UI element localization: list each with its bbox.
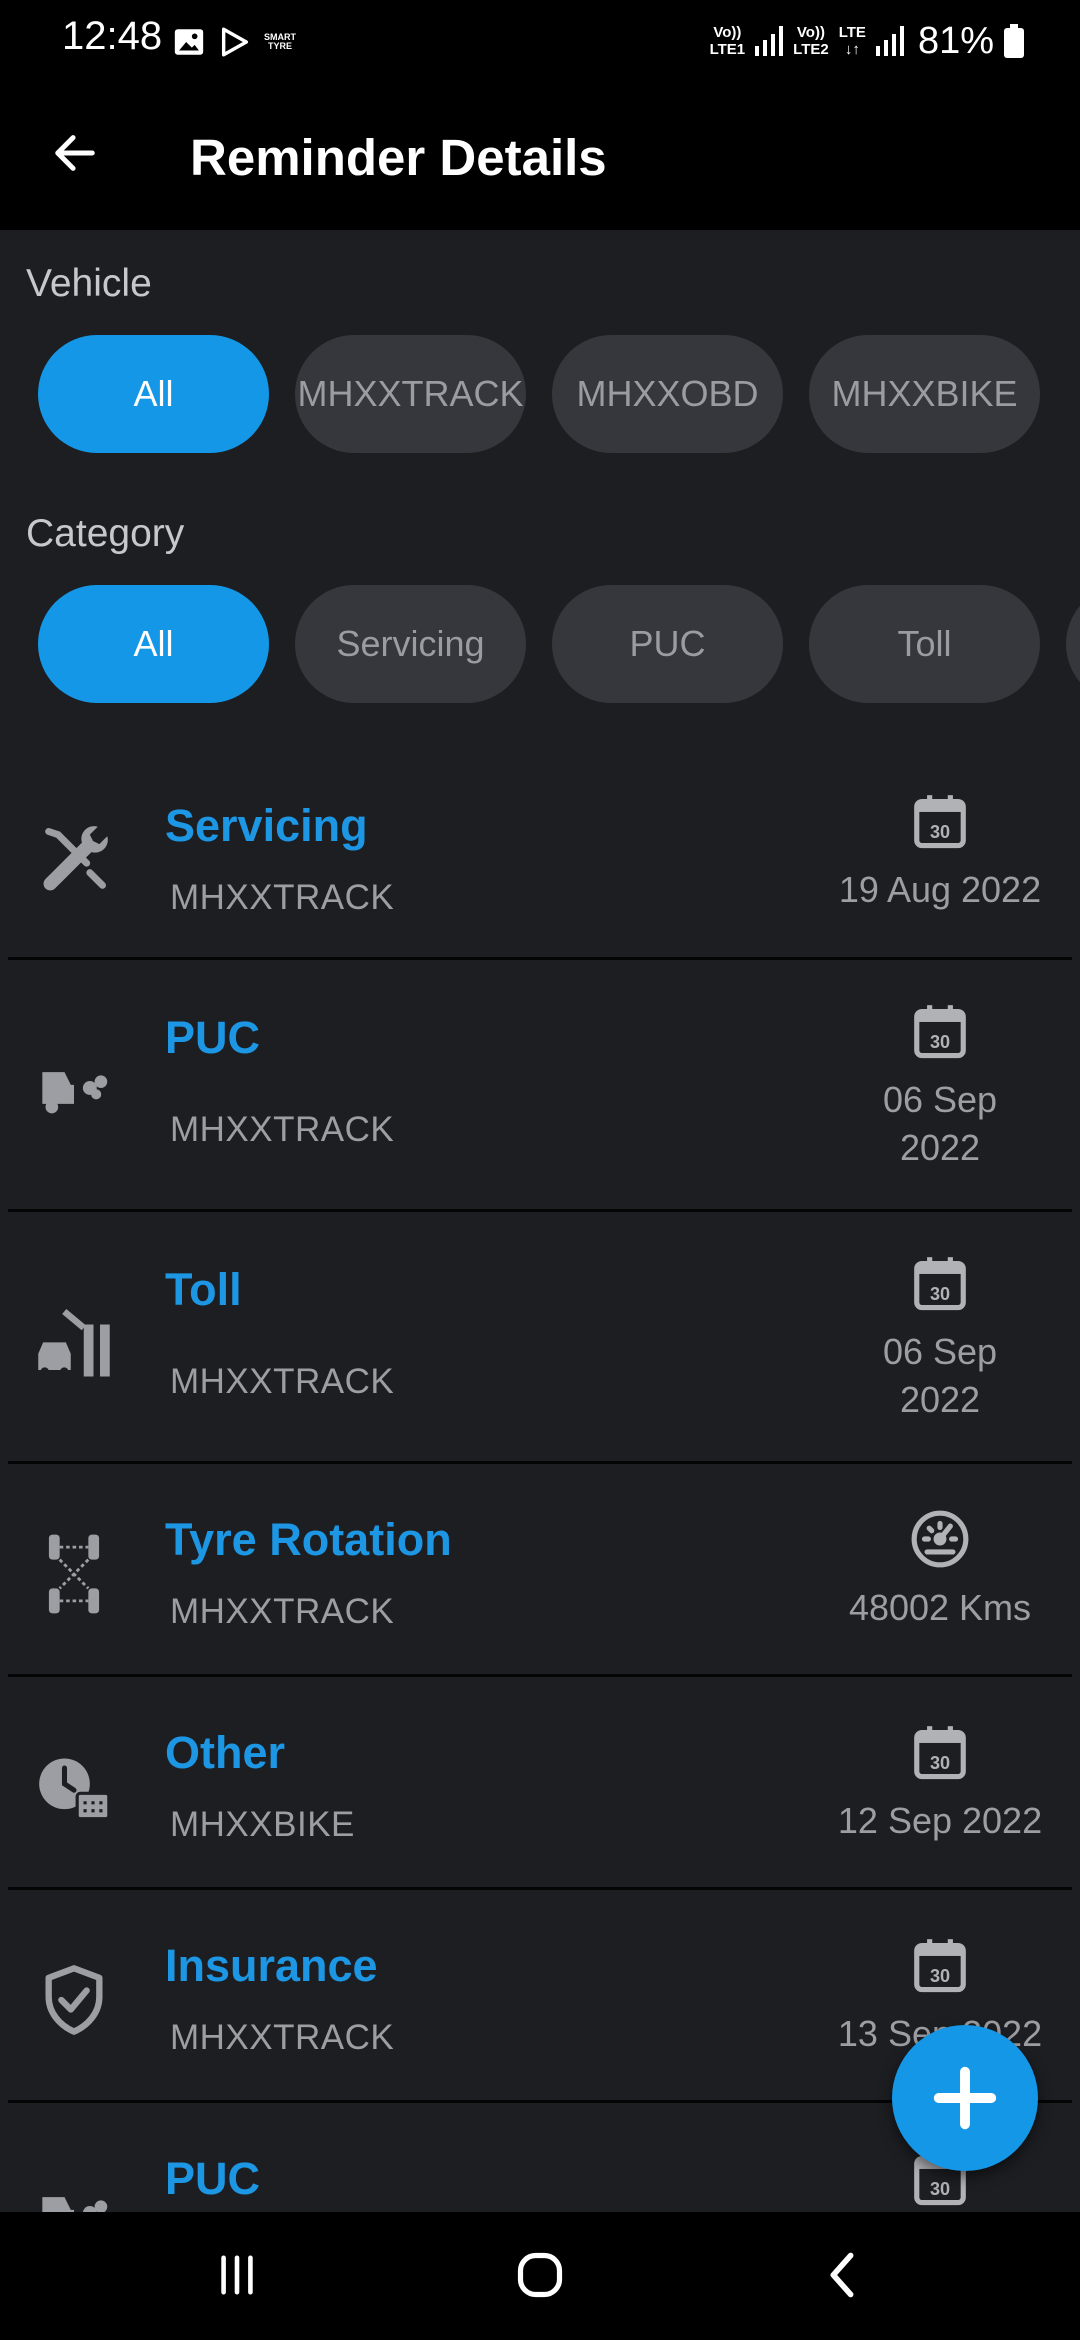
reminder-due: 30 12 Sep 2022 [820,1721,1060,1845]
car-exhaust-icon [34,2173,114,2212]
reminder-due: 30 19 Aug 2022 [820,790,1060,914]
signal-icon-2 [875,26,904,56]
calendar-icon: 30 [914,1726,966,1780]
svg-text:30: 30 [930,2179,950,2199]
svg-text:30: 30 [930,822,950,842]
signal-icon [755,26,784,56]
calendar-icon: 30 [914,1005,966,1059]
chevron-left-icon [830,2252,854,2298]
vehicle-chip-all[interactable]: All [38,335,269,453]
category-filter-chips: All Servicing PUC Toll [38,585,1080,703]
recent-apps-button[interactable] [192,2240,282,2310]
reminder-vehicle: MHXXTRACK [170,1362,395,1401]
back-nav-button[interactable] [797,2240,887,2310]
plus-icon [933,2066,997,2130]
lte-label: LTE ↓↑ [838,24,866,58]
home-icon [517,2252,563,2298]
add-reminder-button[interactable] [892,2025,1038,2171]
back-button[interactable] [42,120,108,186]
page-title: Reminder Details [190,129,607,186]
reminder-date: 12 Sep 2022 [837,1800,1043,1841]
reminder-row-other[interactable]: Other MHXXBIKE 30 12 Sep 2022 [0,1677,1080,1890]
reminder-due: 48002 Kms [820,1508,1060,1632]
status-bar: 12:48 SMART TYRE Vo)) LTE1 Vo)) LTE2 LTE ↓↑ … [0,0,1080,80]
reminder-date: 06 Sep [882,1331,998,1372]
battery-percent: 81% [917,19,994,62]
vehicle-chip-mhxxobd[interactable]: MHXXOBD [552,335,783,453]
reminder-title: Toll [165,1264,242,1315]
reminder-title: Tyre Rotation [165,1514,452,1565]
clock-calendar-icon [34,1747,114,1827]
reminder-vehicle: MHXXTRACK [170,1592,395,1631]
sim2-label: Vo)) LTE2 [793,24,829,58]
status-time: 12:48 [62,14,163,58]
reminder-date-year: 2022 [899,1379,981,1420]
category-chip-toll[interactable]: Toll [809,585,1040,703]
vehicle-chip-mhxxbike[interactable]: MHXXBIKE [809,335,1040,453]
calendar-icon: 30 [914,1939,966,1993]
tyre-rotation-icon [34,1534,114,1614]
home-button[interactable] [495,2240,585,2310]
reminder-title: PUC [165,2153,261,2204]
reminder-vehicle: MHXXBIKE [170,1805,355,1844]
svg-text:30: 30 [930,1032,950,1052]
vehicle-filter-chips: All MHXXTRACK MHXXOBD MHXXBIKE [38,335,1080,453]
battery-icon [1004,24,1024,58]
calendar-icon: 30 [914,795,966,849]
reminder-title: Insurance [165,1940,378,1991]
speedometer-icon [911,1510,969,1568]
reminder-vehicle: MHXXTRACK [170,2018,395,2057]
status-notification-icons: SMART TYRE [172,22,296,62]
svg-text:30: 30 [930,1284,950,1304]
reminder-date-year: 2022 [899,1127,981,1168]
reminder-row-servicing[interactable]: Servicing MHXXTRACK 30 19 Aug 2022 [0,760,1080,960]
category-filter-label: Category [26,512,185,555]
reminder-due: 30 06 Sep 2022 [820,1252,1060,1424]
system-nav-bar [0,2212,1080,2340]
reminder-vehicle: MHXXTRACK [170,1110,395,1149]
toll-gate-icon [34,1304,114,1384]
car-exhaust-icon [34,1048,114,1128]
category-chip-puc[interactable]: PUC [552,585,783,703]
reminder-row-tyre-rotation[interactable]: Tyre Rotation MHXXTRACK 48002 Kms [0,1464,1080,1677]
gallery-icon [174,29,204,55]
reminder-title: PUC [165,1012,261,1063]
vehicle-chip-mhxxtrack[interactable]: MHXXTRACK [295,335,526,453]
sim1-label: Vo)) LTE1 [709,24,746,58]
shield-check-icon [34,1960,114,2040]
category-chip-all[interactable]: All [38,585,269,703]
category-chip-servicing[interactable]: Servicing [295,585,526,703]
svg-text:30: 30 [930,1753,950,1773]
reminder-due: 30 06 Sep 2022 [820,1000,1060,1172]
svg-text:30: 30 [930,1966,950,1986]
wrench-screwdriver-icon [34,820,114,900]
reminder-odometer: 48002 Kms [848,1587,1032,1628]
smart-tyre-logo: SMART TYRE [264,32,296,51]
reminder-title: Other [165,1727,286,1778]
recent-apps-icon [221,2255,253,2295]
reminder-row-puc[interactable]: PUC MHXXTRACK 30 06 Sep 2022 [0,960,1080,1212]
vehicle-filter-label: Vehicle [26,262,152,305]
app-bar: Reminder Details [0,80,1080,230]
reminder-row-toll[interactable]: Toll MHXXTRACK 30 06 Sep 2022 [0,1212,1080,1464]
category-chip-more[interactable] [1066,585,1080,703]
reminder-list: Servicing MHXXTRACK 30 19 Aug 2022 PUC M… [0,760,1080,2212]
reminder-date: 06 Sep [882,1079,998,1120]
reminder-date: 19 Aug 2022 [838,869,1042,910]
arrow-left-icon [55,135,95,171]
status-indicators: Vo)) LTE1 Vo)) LTE2 LTE ↓↑ 81% [710,14,1024,68]
reminder-title: Servicing [165,800,368,851]
reminder-vehicle: MHXXTRACK [170,878,395,917]
calendar-icon: 30 [914,1257,966,1311]
play-store-icon [221,27,249,57]
